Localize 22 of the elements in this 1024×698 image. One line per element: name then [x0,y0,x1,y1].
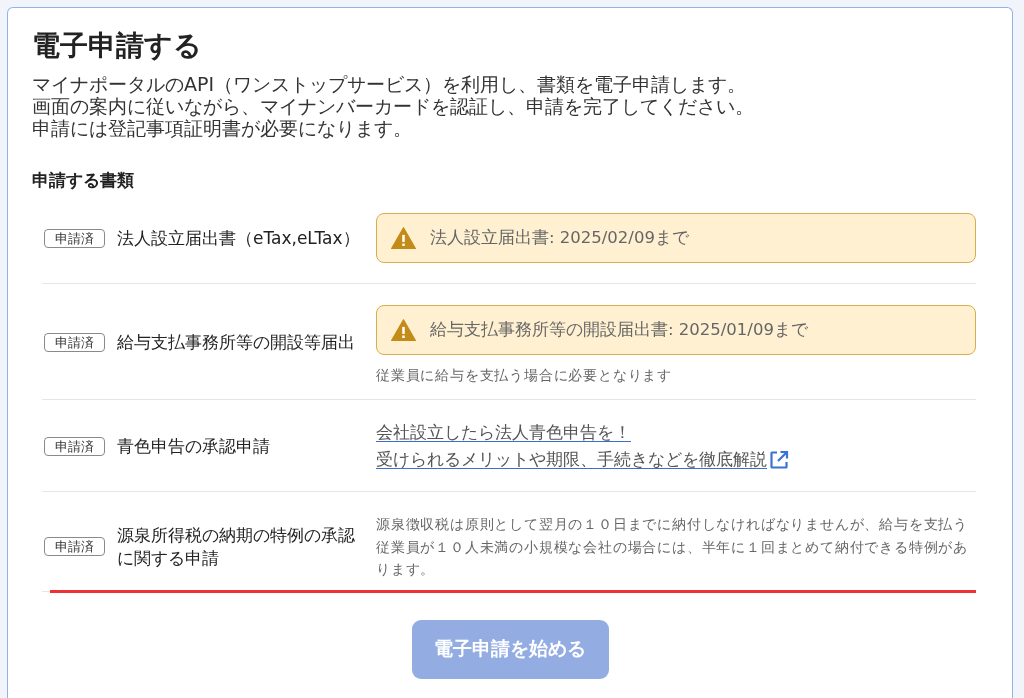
description-text: 申請には登記事項証明書が必要になります。 [32,117,413,139]
page-title: 電子申請する [32,28,203,64]
article-link[interactable]: 会社設立したら法人青色申告を！ [376,421,631,444]
warning-icon [391,227,416,249]
document-name: 給与支払事務所等の開設等届出 [117,330,356,354]
description-text: マイナポータルのAPI（ワンストップサービス）を利用し、書類を電子申請します。 [32,73,748,95]
document-name: 青色申告の承認申請 [117,434,271,458]
status-badge: 申請済 [44,436,105,456]
status-badge: 申請済 [44,228,105,248]
note-text: 従業員に給与を支払う場合に必要となります [376,366,673,385]
status-badge: 申請済 [44,537,105,557]
status-badge: 申請済 [44,332,105,352]
article-link[interactable]: 受けられるメリットや期限、手続きなどを徹底解説 [376,448,767,471]
document-name: 法人設立届出書（eTax,eLTax） [117,226,361,250]
deadline-text: 給与支払事務所等の開設届出書: 2025/01/09まで [430,319,808,341]
deadline-text: 法人設立届出書: 2025/02/09まで [430,227,689,249]
external-link-icon[interactable] [769,449,789,470]
document-name: 源泉所得税の納期の特例の承認に関する申請 [117,523,356,570]
section-heading: 申請する書類 [32,169,135,192]
description-text: 画面の案内に従いながら、マイナンバーカードを認証し、申請を完了してください。 [32,95,755,117]
note-text: 源泉徴収税は原則として翌月の１０日までに納付しなければなりませんが、給与を支払う従業員が１０人未満の小規模な会社の場合には、半年に１回まとめて納付できる特例があります。 [376,515,969,579]
warning-icon [391,319,416,341]
